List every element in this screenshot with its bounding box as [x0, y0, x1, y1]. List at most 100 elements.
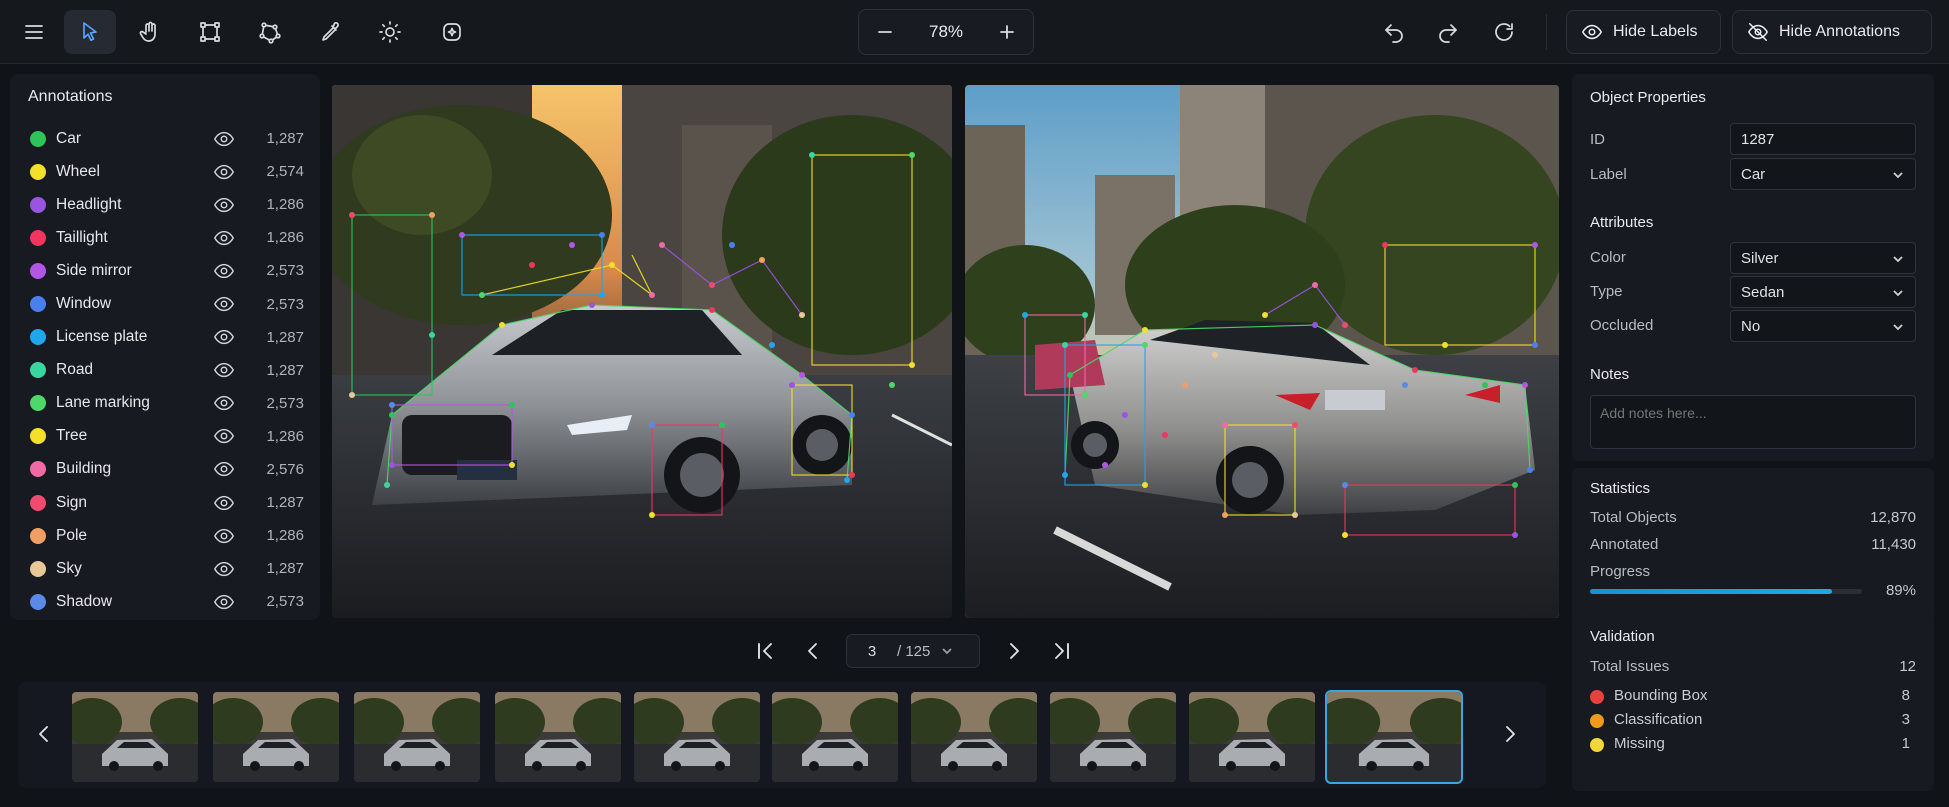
keypoint-marker[interactable]	[759, 257, 765, 263]
keypoint-marker[interactable]	[389, 412, 395, 418]
keypoint-marker[interactable]	[389, 402, 395, 408]
keypoint-marker[interactable]	[719, 422, 725, 428]
keypoint-marker[interactable]	[1262, 312, 1268, 318]
keypoint-marker[interactable]	[649, 292, 655, 298]
annotation-item[interactable]: Sky 1,287	[10, 552, 320, 585]
keypoint-marker[interactable]	[649, 422, 655, 428]
annotation-item[interactable]: Wheel 2,574	[10, 155, 320, 188]
eye-icon[interactable]	[213, 227, 235, 249]
type-select[interactable]: Sedan	[1730, 276, 1916, 308]
keypoint-marker[interactable]	[479, 292, 485, 298]
occluded-select[interactable]: No	[1730, 310, 1916, 342]
annotation-item[interactable]: Shadow 2,573	[10, 585, 320, 618]
keypoint-marker[interactable]	[1142, 327, 1148, 333]
keypoint-marker[interactable]	[509, 402, 515, 408]
keypoint-marker[interactable]	[889, 382, 895, 388]
filmstrip-thumbnail[interactable]	[213, 692, 339, 782]
keypoint-marker[interactable]	[509, 462, 515, 468]
eye-icon[interactable]	[213, 591, 235, 613]
keypoint-marker[interactable]	[1182, 382, 1188, 388]
keypoint-marker[interactable]	[1212, 352, 1218, 358]
sun-icon[interactable]	[364, 10, 416, 54]
keypoint-marker[interactable]	[729, 242, 735, 248]
keypoint-marker[interactable]	[1292, 422, 1298, 428]
keypoint-marker[interactable]	[389, 462, 395, 468]
annotation-item[interactable]: Window 2,573	[10, 287, 320, 320]
keypoint-marker[interactable]	[849, 412, 855, 418]
eye-icon[interactable]	[213, 293, 235, 315]
menu-icon[interactable]	[8, 10, 60, 54]
sparkle-box-icon[interactable]	[426, 10, 478, 54]
keypoint-marker[interactable]	[529, 262, 535, 268]
hide-labels-button[interactable]: Hide Labels	[1566, 10, 1721, 54]
keypoint-marker[interactable]	[1412, 367, 1418, 373]
keypoint-marker[interactable]	[459, 232, 465, 238]
filmstrip-thumbnail[interactable]	[1050, 692, 1176, 782]
last-page-button[interactable]	[1045, 634, 1079, 668]
keypoint-marker[interactable]	[1402, 382, 1408, 388]
keypoint-marker[interactable]	[1067, 372, 1073, 378]
keypoint-marker[interactable]	[849, 472, 855, 478]
keypoint-marker[interactable]	[569, 242, 575, 248]
eye-icon[interactable]	[213, 194, 235, 216]
annotation-item[interactable]: License plate 1,287	[10, 321, 320, 354]
filmstrip-next-button[interactable]	[1488, 712, 1532, 756]
filmstrip-thumbnail[interactable]	[772, 692, 898, 782]
keypoint-marker[interactable]	[799, 312, 805, 318]
eye-icon[interactable]	[213, 161, 235, 183]
filmstrip-prev-button[interactable]	[22, 712, 66, 756]
hide-annotations-button[interactable]: Hide Annotations	[1732, 10, 1932, 54]
keypoint-marker[interactable]	[1342, 482, 1348, 488]
keypoint-marker[interactable]	[909, 362, 915, 368]
next-page-button[interactable]	[997, 634, 1031, 668]
keypoint-marker[interactable]	[1512, 532, 1518, 538]
bounding-box-icon[interactable]	[184, 10, 236, 54]
eye-icon[interactable]	[213, 558, 235, 580]
keypoint-marker[interactable]	[1222, 422, 1228, 428]
canvas-view-rear[interactable]	[965, 85, 1559, 618]
filmstrip-thumbnail[interactable]	[634, 692, 760, 782]
keypoint-marker[interactable]	[1512, 482, 1518, 488]
keypoint-marker[interactable]	[1022, 312, 1028, 318]
id-field[interactable]: 1287	[1730, 123, 1916, 155]
keypoint-marker[interactable]	[844, 477, 850, 483]
cursor-arrow-icon[interactable]	[64, 10, 116, 54]
annotation-item[interactable]: Sign 1,287	[10, 486, 320, 519]
keypoint-marker[interactable]	[1312, 322, 1318, 328]
annotation-item[interactable]: Side mirror 2,573	[10, 254, 320, 287]
undo-icon[interactable]	[1368, 10, 1420, 54]
zoom-level[interactable]: 78%	[911, 22, 981, 42]
eye-icon[interactable]	[213, 492, 235, 514]
keypoint-marker[interactable]	[1292, 512, 1298, 518]
keypoint-marker[interactable]	[1382, 242, 1388, 248]
page-selector[interactable]: 3 / 125	[846, 634, 980, 668]
canvas-view-front[interactable]	[332, 85, 952, 618]
keypoint-marker[interactable]	[1532, 342, 1538, 348]
keypoint-marker[interactable]	[429, 332, 435, 338]
zoom-in-button[interactable]	[981, 10, 1033, 54]
keypoint-marker[interactable]	[1082, 392, 1088, 398]
keypoint-marker[interactable]	[649, 512, 655, 518]
annotation-item[interactable]: Pole 1,286	[10, 519, 320, 552]
keypoint-marker[interactable]	[429, 212, 435, 218]
current-page[interactable]: 3	[847, 643, 897, 660]
annotation-item[interactable]: Tree 1,286	[10, 420, 320, 453]
prev-page-button[interactable]	[796, 634, 830, 668]
keypoint-marker[interactable]	[1442, 342, 1448, 348]
keypoint-marker[interactable]	[1222, 512, 1228, 518]
keypoint-marker[interactable]	[1162, 432, 1168, 438]
keypoint-marker[interactable]	[1062, 472, 1068, 478]
eye-icon[interactable]	[213, 425, 235, 447]
keypoint-marker[interactable]	[789, 382, 795, 388]
eye-icon[interactable]	[213, 359, 235, 381]
first-page-button[interactable]	[748, 634, 782, 668]
keypoint-marker[interactable]	[1527, 467, 1533, 473]
eye-icon[interactable]	[213, 128, 235, 150]
annotation-item[interactable]: Road 1,287	[10, 354, 320, 387]
polygon-icon[interactable]	[244, 10, 296, 54]
filmstrip-thumbnail[interactable]	[1325, 690, 1463, 784]
keypoint-marker[interactable]	[1142, 342, 1148, 348]
keypoint-marker[interactable]	[1122, 412, 1128, 418]
issue-label[interactable]: Classification	[1614, 711, 1702, 728]
keypoint-marker[interactable]	[1522, 382, 1528, 388]
